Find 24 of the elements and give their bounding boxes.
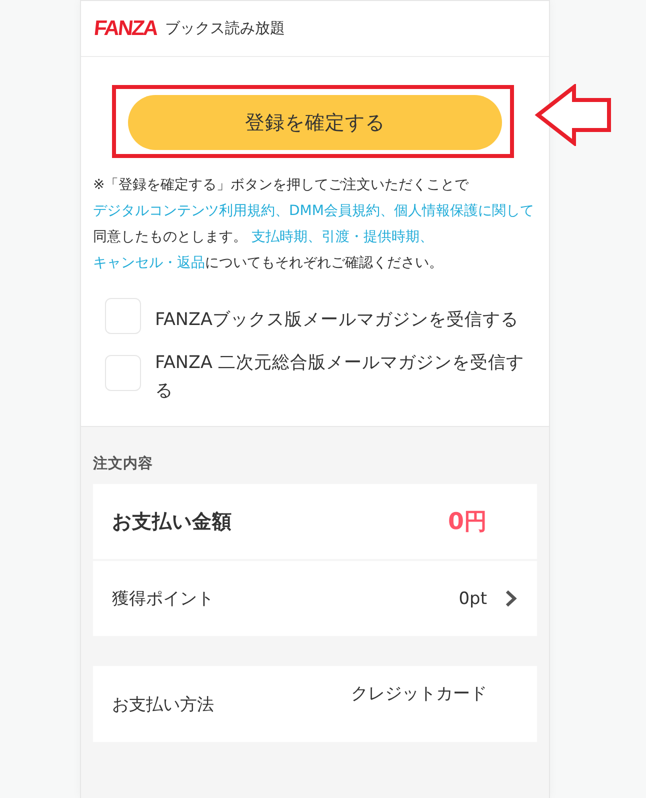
row-value: 0pt bbox=[458, 588, 487, 608]
row-label: お支払い金額 bbox=[112, 509, 233, 535]
brand-logo[interactable]: FANZA bbox=[92, 18, 158, 39]
confirm-button[interactable]: 登録を確定する bbox=[128, 95, 502, 150]
terms-link[interactable]: キャンセル・返品 bbox=[93, 255, 205, 271]
row-label: 獲得ポイント bbox=[112, 588, 215, 610]
summary-row[interactable]: 獲得ポイント 0pt bbox=[93, 561, 537, 636]
row-value: クレジットカード bbox=[351, 683, 487, 705]
terms-link[interactable]: DMM会員規約、 bbox=[289, 203, 394, 219]
terms-link[interactable]: 個人情報保護に関して bbox=[394, 203, 534, 219]
checkbox[interactable] bbox=[105, 355, 141, 391]
checkbox[interactable] bbox=[105, 298, 141, 334]
site-title: ブックス読み放題 bbox=[165, 19, 285, 38]
chevron-right-icon bbox=[505, 590, 517, 607]
checkbox-label[interactable]: FANZAブックス版メールマガジンを受信する bbox=[155, 298, 525, 334]
row-value: 0円 bbox=[448, 508, 487, 537]
terms-link[interactable]: 引渡・提供時期、 bbox=[321, 229, 434, 245]
checkbox-label[interactable]: FANZA 二次元総合版メールマガジンを受信する bbox=[155, 341, 525, 405]
terms-notice: ※「登録を確定する」ボタンを押してご注文いただくことで デジタルコンテンツ利用規約、DMM会員規約、個人情報保護に関して 同意したものとします。 支払時期、引渡・提供時期、 キャンセル・返品についてもそれぞれご確認ください。 bbox=[93, 176, 535, 273]
payment-method-card[interactable]: お支払い方法 クレジットカード bbox=[93, 666, 537, 742]
terms-link[interactable]: 支払時期、 bbox=[251, 229, 322, 245]
terms-link[interactable]: デジタルコンテンツ利用規約、 bbox=[93, 203, 289, 219]
section-heading: 注文内容 bbox=[93, 454, 154, 474]
row-label: お支払い方法 bbox=[112, 694, 215, 716]
